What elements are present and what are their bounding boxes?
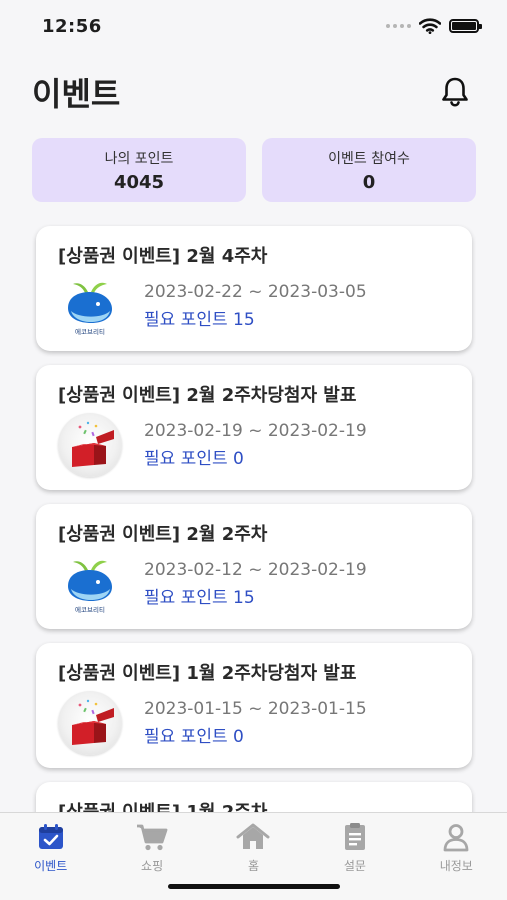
bell-icon[interactable] — [438, 75, 472, 109]
wifi-icon — [419, 18, 441, 34]
survey-icon — [338, 821, 372, 853]
battery-icon — [449, 19, 482, 33]
event-dates: 2023-01-15 ~ 2023-01-15 — [144, 699, 367, 719]
tab-label: 이벤트 — [34, 859, 68, 873]
event-card[interactable]: [상품권 이벤트] 2월 2주차당첨자 발표 2023-02-19 ~ 2023… — [36, 365, 472, 490]
whale-logo-icon: 에코브리티 — [58, 274, 122, 338]
status-time: 12:56 — [42, 15, 102, 37]
stats-row: 나의 포인트 4045 이벤트 참여수 0 — [32, 138, 476, 202]
event-title: [상품권 이벤트] 1월 2주차당첨자 발표 — [58, 663, 357, 684]
event-card[interactable]: [상품권 이벤트] 2월 2주차 에코브리티 2023-02-12 ~ 2023… — [36, 504, 472, 629]
status-icons — [386, 18, 482, 34]
event-title: [상품권 이벤트] 2월 4주차 — [58, 246, 268, 267]
gift-box-icon — [58, 691, 122, 755]
svg-text:에코브리티: 에코브리티 — [75, 605, 105, 614]
tab-label: 설문 — [343, 859, 366, 873]
event-title: [상품권 이벤트] 2월 2주차당첨자 발표 — [58, 385, 357, 406]
event-card[interactable]: [상품권 이벤트] 1월 2주차당첨자 발표 2023-01-15 ~ 2023… — [36, 643, 472, 768]
home-icon — [236, 821, 270, 853]
home-indicator — [168, 884, 340, 889]
whale-logo-icon: 에코브리티 — [58, 552, 122, 616]
event-points: 필요 포인트 15 — [144, 310, 255, 330]
tab-my-info[interactable]: 내정보 — [411, 813, 501, 900]
page-title: 이벤트 — [32, 75, 121, 113]
event-title: [상품권 이벤트] 2월 2주차 — [58, 524, 268, 545]
event-points: 필요 포인트 0 — [144, 449, 244, 469]
event-participation-label: 이벤트 참여수 — [328, 150, 410, 167]
tab-label: 홈 — [247, 859, 259, 873]
event-points: 필요 포인트 15 — [144, 588, 255, 608]
event-participation-value: 0 — [362, 171, 376, 193]
my-points-value: 4045 — [113, 171, 165, 193]
calendar-check-icon — [34, 821, 68, 853]
gift-box-icon — [58, 413, 122, 477]
event-dates: 2023-02-19 ~ 2023-02-19 — [144, 421, 367, 441]
my-points-card: 나의 포인트 4045 — [32, 138, 246, 202]
user-icon — [439, 821, 473, 853]
event-dates: 2023-02-12 ~ 2023-02-19 — [144, 560, 367, 580]
my-points-label: 나의 포인트 — [104, 150, 174, 167]
tab-label: 쇼핑 — [141, 859, 164, 873]
event-participation-card: 이벤트 참여수 0 — [262, 138, 476, 202]
event-card[interactable]: [상품권 이벤트] 2월 4주차 에코브리티 2023-02-22 ~ 2023… — [36, 226, 472, 351]
tab-event[interactable]: 이벤트 — [6, 813, 96, 900]
header: 이벤트 — [32, 66, 472, 118]
event-dates: 2023-02-22 ~ 2023-03-05 — [144, 282, 367, 302]
status-bar: 12:56 — [0, 0, 507, 52]
cellular-signal-icon — [386, 24, 411, 28]
tab-label: 내정보 — [439, 859, 473, 873]
event-points: 필요 포인트 0 — [144, 727, 244, 747]
svg-text:에코브리티: 에코브리티 — [75, 327, 105, 336]
cart-icon — [135, 821, 169, 853]
